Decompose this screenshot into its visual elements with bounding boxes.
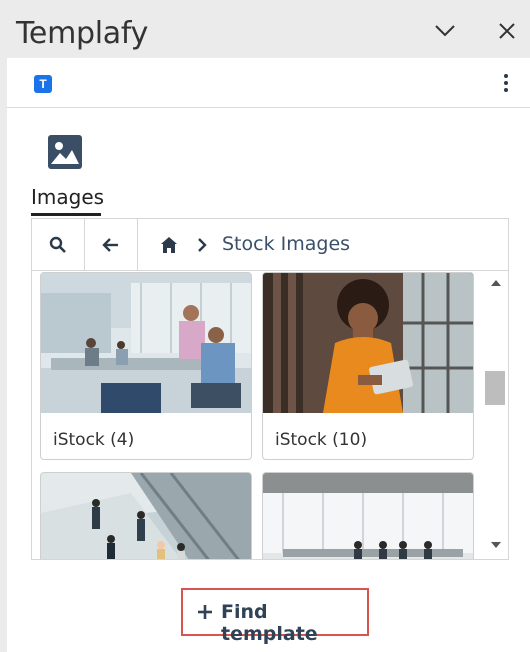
add-in-panel: T Images Stock Images iStock (4) iStock … [7, 58, 530, 652]
scrollbar[interactable] [483, 271, 508, 559]
more-vertical-icon [504, 74, 508, 78]
woman-tablet-thumbnail [263, 273, 473, 413]
arrow-left-icon [102, 237, 118, 252]
scroll-up-arrow[interactable] [491, 280, 501, 286]
back-button[interactable] [85, 219, 138, 270]
close-button[interactable] [494, 18, 520, 44]
panel-header: T [7, 58, 530, 108]
plus-icon [198, 605, 212, 619]
office-meeting-thumbnail [41, 273, 251, 413]
home-icon[interactable] [160, 236, 178, 254]
conference-room-thumbnail [263, 473, 473, 559]
breadcrumb-current: Stock Images [222, 233, 351, 255]
find-template-label: Find template [221, 601, 318, 645]
close-icon [499, 23, 515, 39]
search-button[interactable] [32, 219, 85, 270]
asset-browser: Stock Images iStock (4) iStock (10) [31, 218, 509, 560]
more-options-button[interactable] [501, 72, 511, 94]
image-card[interactable] [40, 472, 252, 559]
search-icon [49, 236, 66, 253]
image-icon [48, 135, 82, 169]
image-card[interactable]: iStock (4) [40, 272, 252, 460]
tab-images[interactable]: Images [31, 185, 104, 209]
image-card[interactable]: iStock (10) [262, 272, 474, 460]
image-card-label: iStock (10) [275, 430, 368, 450]
templafy-logo: T [34, 75, 52, 93]
image-card-label: iStock (4) [53, 430, 135, 450]
tab-underline [31, 213, 101, 216]
browser-nav: Stock Images [32, 219, 508, 271]
office-atrium-thumbnail [41, 473, 251, 559]
scroll-down-arrow[interactable] [491, 542, 501, 548]
chevron-right-icon [198, 238, 207, 252]
image-card[interactable] [262, 472, 474, 559]
collapse-button[interactable] [432, 18, 458, 44]
scrollbar-thumb[interactable] [485, 371, 505, 405]
chevron-down-icon [435, 25, 455, 37]
title-bar: Templafy [0, 0, 530, 58]
app-title: Templafy [16, 16, 149, 51]
find-template-button[interactable]: Find template [181, 588, 369, 645]
